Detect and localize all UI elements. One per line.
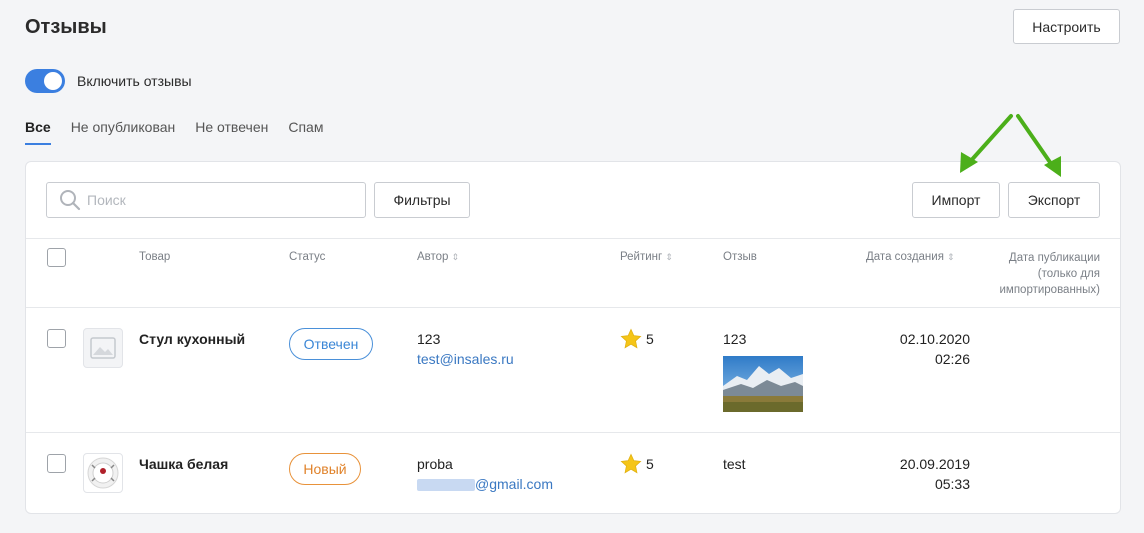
column-header-status: Статус [289, 251, 326, 263]
product-name[interactable]: Стул кухонный [139, 331, 245, 347]
review-text: test [723, 456, 746, 472]
column-header-created[interactable]: Дата создания ⇕ [866, 251, 954, 263]
column-header-rating[interactable]: Рейтинг ⇕ [620, 251, 673, 263]
star-icon [620, 328, 642, 349]
tab-spam[interactable]: Спам [288, 119, 323, 145]
author-email: @gmail.com [475, 476, 554, 492]
product-thumbnail[interactable] [83, 453, 123, 493]
filters-button[interactable]: Фильтры [374, 182, 470, 218]
created-date: 02.10.2020 02:26 [900, 329, 970, 369]
search-input[interactable] [87, 192, 347, 208]
review-tabs: Все Не опубликован Не отвечен Спам [25, 119, 343, 145]
row-checkbox[interactable] [47, 454, 66, 473]
column-header-rating-label: Рейтинг [620, 251, 663, 263]
product-name[interactable]: Чашка белая [139, 456, 228, 472]
import-button[interactable]: Импорт [912, 182, 1000, 218]
configure-button[interactable]: Настроить [1013, 9, 1120, 44]
created-date-value: 20.09.2019 [899, 456, 970, 472]
author-email-link[interactable]: @gmail.com [417, 476, 553, 492]
column-header-published-line1: Дата публикации [1008, 252, 1100, 264]
tab-unanswered[interactable]: Не отвечен [195, 119, 268, 145]
page-title: Отзывы [25, 16, 107, 38]
search-icon [60, 190, 81, 211]
search-box[interactable] [46, 182, 366, 218]
column-header-review: Отзыв [723, 251, 757, 263]
image-placeholder-icon [90, 337, 116, 359]
rating: 5 [620, 328, 654, 350]
created-time-value: 02:26 [934, 351, 970, 367]
rating-value: 5 [646, 331, 654, 347]
column-header-published-line3: импортированных) [999, 284, 1100, 296]
author-name: proba [417, 456, 453, 472]
column-header-published-line2: (только для [1037, 268, 1100, 280]
column-header-published: Дата публикации (только для импортирован… [999, 250, 1100, 298]
created-date: 20.09.2019 05:33 [900, 454, 970, 494]
sort-icon: ⇕ [451, 252, 460, 262]
product-photo [87, 457, 119, 489]
review-photo[interactable] [723, 356, 803, 412]
column-header-created-label: Дата создания [866, 251, 944, 263]
status-badge: Новый [289, 453, 361, 485]
rating: 5 [620, 453, 654, 475]
star-icon [620, 453, 642, 474]
author-name: 123 [417, 331, 441, 347]
row-checkbox[interactable] [47, 329, 66, 348]
sort-icon: ⇕ [946, 252, 955, 262]
select-all-checkbox[interactable] [47, 248, 66, 267]
column-header-product: Товар [139, 251, 171, 263]
product-thumbnail[interactable] [83, 328, 123, 368]
sort-icon: ⇕ [665, 252, 673, 262]
created-time-value: 05:33 [934, 476, 970, 492]
redacted-text [417, 479, 475, 492]
divider [26, 307, 1120, 308]
column-header-author-label: Автор [417, 251, 449, 263]
enable-reviews-toggle[interactable] [25, 69, 65, 93]
export-button[interactable]: Экспорт [1008, 182, 1100, 218]
review-text: 123 [723, 331, 747, 347]
status-badge: Отвечен [289, 328, 373, 360]
reviews-card: Фильтры Импорт Экспорт Товар Статус Авто… [25, 161, 1121, 514]
column-header-author[interactable]: Автор ⇕ [417, 251, 459, 263]
tab-unpublished[interactable]: Не опубликован [71, 119, 176, 145]
enable-reviews-label: Включить отзывы [77, 73, 192, 89]
divider [26, 238, 1120, 239]
rating-value: 5 [646, 456, 654, 472]
toggle-knob [44, 72, 62, 90]
created-date-value: 02.10.2020 [899, 331, 970, 347]
reviews-toggle-row: Включить отзывы [25, 69, 192, 93]
divider [26, 432, 1120, 433]
tab-all[interactable]: Все [25, 119, 51, 145]
author-email[interactable]: test@insales.ru [417, 351, 514, 367]
